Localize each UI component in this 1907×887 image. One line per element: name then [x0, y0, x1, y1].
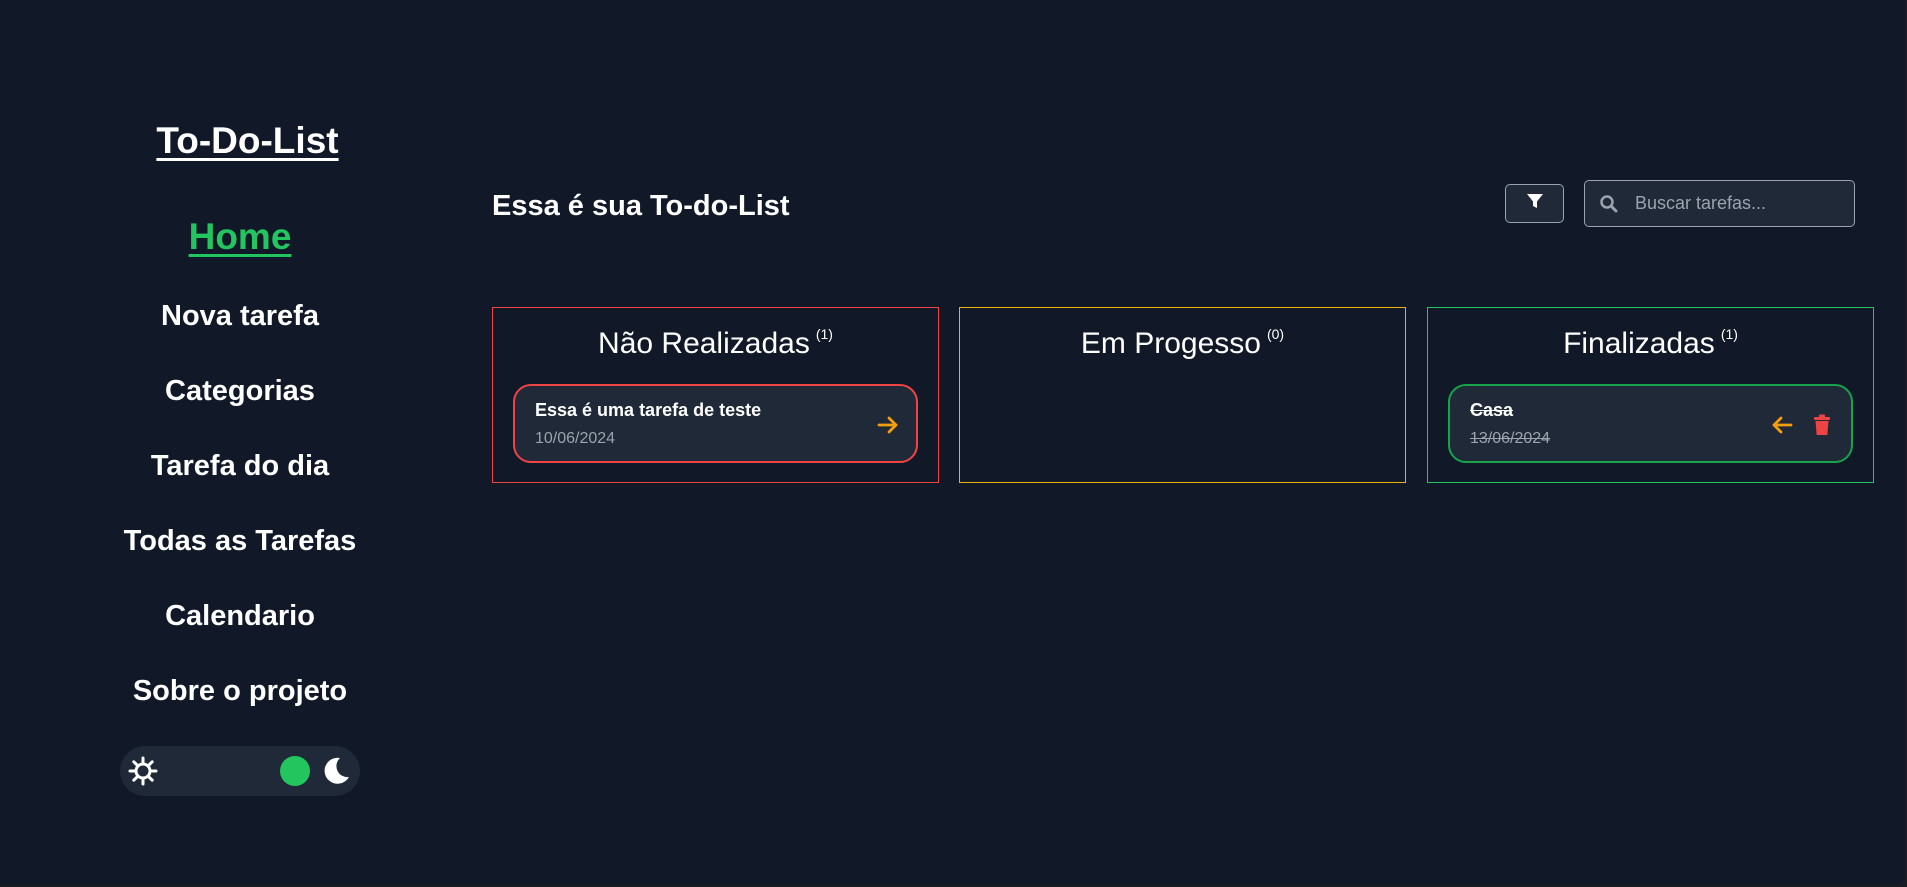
column-count: (1)	[1720, 326, 1738, 342]
arrow-right-icon[interactable]	[875, 412, 901, 438]
search-icon	[1599, 194, 1619, 214]
trash-icon[interactable]	[1809, 412, 1835, 438]
column-count: (1)	[815, 326, 833, 342]
page-title: Essa é sua To-do-List	[492, 190, 790, 222]
toggle-knob[interactable]	[280, 756, 310, 786]
column-title-label: Em Progesso	[1080, 327, 1261, 360]
task-title: Essa é uma tarefa de teste	[535, 400, 762, 420]
column-em-progresso: Em Progesso (0)	[959, 307, 1406, 483]
theme-toggle[interactable]	[120, 746, 360, 796]
app-window: To-Do-List Home Nova tarefa Categorias T…	[0, 0, 1905, 885]
sidebar: To-Do-List Home Nova tarefa Categorias T…	[0, 0, 480, 885]
sidebar-item-tarefa-do-dia[interactable]: Tarefa do dia	[0, 450, 480, 483]
column-title: Não Realizadas (1)	[493, 326, 938, 361]
task-date: 13/06/2024	[1470, 430, 1551, 447]
column-title-label: Não Realizadas	[598, 327, 810, 360]
sidebar-item-calendario[interactable]: Calendario	[0, 600, 480, 633]
task-title: Casa	[1470, 400, 1514, 420]
task-card[interactable]: Essa é uma tarefa de teste 10/06/2024	[513, 384, 918, 463]
filter-icon	[1526, 192, 1544, 215]
search-input[interactable]	[1635, 181, 1850, 226]
sidebar-item-home[interactable]: Home	[0, 216, 480, 258]
column-title: Em Progesso (0)	[960, 326, 1405, 361]
sun-icon	[128, 756, 158, 786]
column-count: (0)	[1266, 326, 1285, 342]
column-nao-realizadas: Não Realizadas (1) Essa é uma tarefa de t…	[492, 307, 939, 483]
search-box[interactable]	[1584, 180, 1855, 227]
column-finalizadas: Finalizadas (1) Casa 13/06/2024	[1427, 307, 1874, 483]
column-title-label: Finalizadas	[1563, 327, 1715, 360]
moon-icon	[320, 755, 352, 787]
sidebar-item-todas-as-tarefas[interactable]: Todas as Tarefas	[0, 525, 480, 558]
brand-logo[interactable]: To-Do-List	[0, 120, 495, 162]
task-card[interactable]: Casa 13/06/2024	[1448, 384, 1853, 463]
sidebar-item-nova-tarefa[interactable]: Nova tarefa	[0, 300, 480, 333]
sidebar-item-categorias[interactable]: Categorias	[0, 375, 480, 408]
column-title: Finalizadas (1)	[1428, 326, 1873, 361]
sidebar-item-sobre-o-projeto[interactable]: Sobre o projeto	[0, 675, 480, 708]
task-date: 10/06/2024	[535, 430, 616, 447]
arrow-left-icon[interactable]	[1769, 412, 1795, 438]
filter-button[interactable]	[1505, 184, 1564, 223]
